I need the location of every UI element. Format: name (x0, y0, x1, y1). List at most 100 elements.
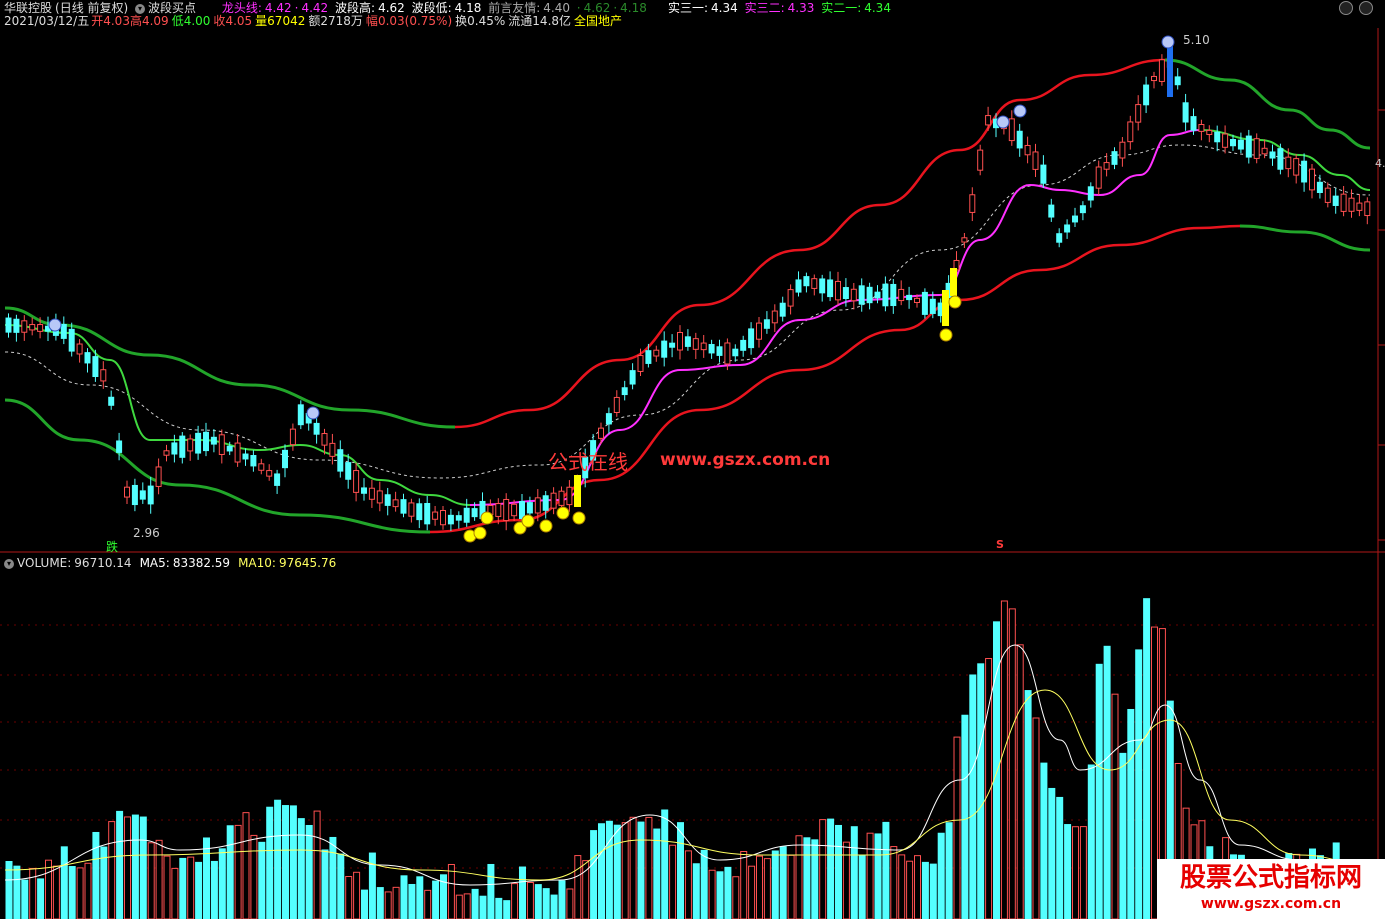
volume-bar (274, 799, 282, 919)
candle-body (1190, 116, 1197, 131)
volume-bar (534, 884, 542, 919)
volume-bar (68, 866, 76, 919)
candle-body (1079, 205, 1086, 214)
volume-bar (732, 876, 740, 919)
real31-label: 实三一: (668, 1, 709, 15)
stock-name[interactable]: 华联控股 (4, 1, 52, 15)
candle-body (653, 349, 660, 357)
volume-bar (684, 850, 692, 919)
volume-bar (21, 879, 29, 919)
volume-bar (471, 888, 479, 919)
lower-band-green (4, 398, 431, 534)
candle-body (1024, 144, 1031, 156)
volume-bar (961, 714, 969, 919)
volume-bar (748, 865, 756, 919)
candle-body (171, 442, 178, 455)
candle-body (37, 324, 44, 332)
candle-body (1048, 204, 1055, 218)
candle-body (242, 453, 249, 460)
volume-bar (408, 883, 416, 919)
quote-date: 2021/03/12/五 (4, 14, 90, 28)
settings-circle-icon[interactable] (1339, 1, 1353, 15)
candle-body (921, 291, 928, 315)
candle-body (1245, 135, 1252, 158)
candle-body (1237, 139, 1244, 150)
volume-bar (629, 816, 637, 919)
amt-label: 额 (308, 14, 321, 28)
candle-body (274, 473, 281, 486)
chevron-down-icon[interactable]: ▾ (4, 558, 14, 569)
candle-body (661, 340, 668, 358)
real-values-header: 实三一: 4.34 实三二: 4.33 实二一: 4.34 (668, 1, 894, 15)
candle-body (558, 490, 565, 506)
candle-body (700, 342, 707, 351)
candle-body (1230, 139, 1236, 147)
sell-face-icon (306, 406, 320, 420)
candle-body (858, 285, 865, 305)
buy-smiley-icon (948, 295, 962, 309)
volume-bar (155, 839, 163, 919)
candle-body (1356, 202, 1363, 211)
candle-body (1348, 197, 1355, 212)
volume-bar (139, 816, 147, 919)
candle-body (906, 294, 913, 301)
volume-bar (289, 805, 297, 919)
candle-body (598, 427, 604, 439)
footer-logo: 股票公式指标网 www.gszx.com.cn (1157, 859, 1385, 919)
close-circle-icon[interactable] (1359, 1, 1373, 15)
real32-val: 4.33 (787, 1, 815, 15)
candle-body (1174, 76, 1181, 86)
candle-body (771, 310, 778, 324)
volume-bar (874, 833, 882, 919)
volume-bar (724, 866, 732, 919)
volume-bar (305, 824, 313, 919)
candle-body (60, 323, 67, 339)
candle-body (313, 422, 320, 435)
candle-body (613, 396, 620, 414)
candle-body (550, 492, 557, 509)
volume-bar (1064, 824, 1072, 919)
green-val2: 4.18 (620, 1, 647, 15)
chg-label: 幅 (365, 14, 378, 28)
candle-body (645, 350, 652, 364)
candle-body (511, 503, 518, 517)
volume-bar (842, 841, 850, 919)
buy-smiley-icon (939, 328, 953, 342)
candle-body (392, 499, 399, 508)
candle-body (234, 442, 241, 463)
volume-bar (210, 860, 218, 919)
period-label[interactable]: (日线 前复权) (55, 1, 128, 15)
volume-bar (700, 849, 708, 919)
candle-body (519, 500, 525, 520)
sector[interactable]: 全国地产 (574, 14, 622, 28)
indicator-name[interactable]: 波段买点 (148, 1, 196, 15)
candle-body (811, 278, 818, 289)
candle-body (1072, 215, 1078, 223)
volume-bar (613, 824, 621, 919)
prev-label: 前言友情: (488, 1, 541, 15)
candle-body (1277, 148, 1284, 170)
turnover-val: 0.45% (467, 14, 506, 28)
chevron-down-icon[interactable]: ▾ (135, 3, 146, 14)
candle-body (819, 278, 826, 294)
candle-body (526, 502, 533, 514)
volume-header: ▾ VOLUME: 96710.14 MA5: 83382.59 MA10: 97645.7… (4, 556, 339, 570)
ma5-label: MA5: (139, 556, 170, 570)
candle-body (1056, 233, 1063, 243)
candle-body (124, 486, 130, 498)
sell-face-icon (1161, 35, 1175, 49)
volume-bar (345, 876, 353, 919)
buy-signal-bar (950, 268, 957, 296)
volume-bar (226, 825, 234, 919)
volume-val: 96710.14 (74, 556, 132, 570)
lower-band-green-2 (1239, 224, 1371, 252)
candle-body (1269, 151, 1276, 159)
watermark-url: www.gszx.com.cn (660, 450, 831, 470)
chg-val: 0.03(0.75%) (377, 14, 453, 28)
wave-high-label: 波段高: (335, 1, 376, 15)
sell-signal-bar (1167, 45, 1173, 97)
sell-face-icon (48, 318, 62, 332)
real21-label: 实二一: (821, 1, 862, 15)
candle-body (376, 490, 383, 504)
volume-bar (353, 871, 361, 919)
